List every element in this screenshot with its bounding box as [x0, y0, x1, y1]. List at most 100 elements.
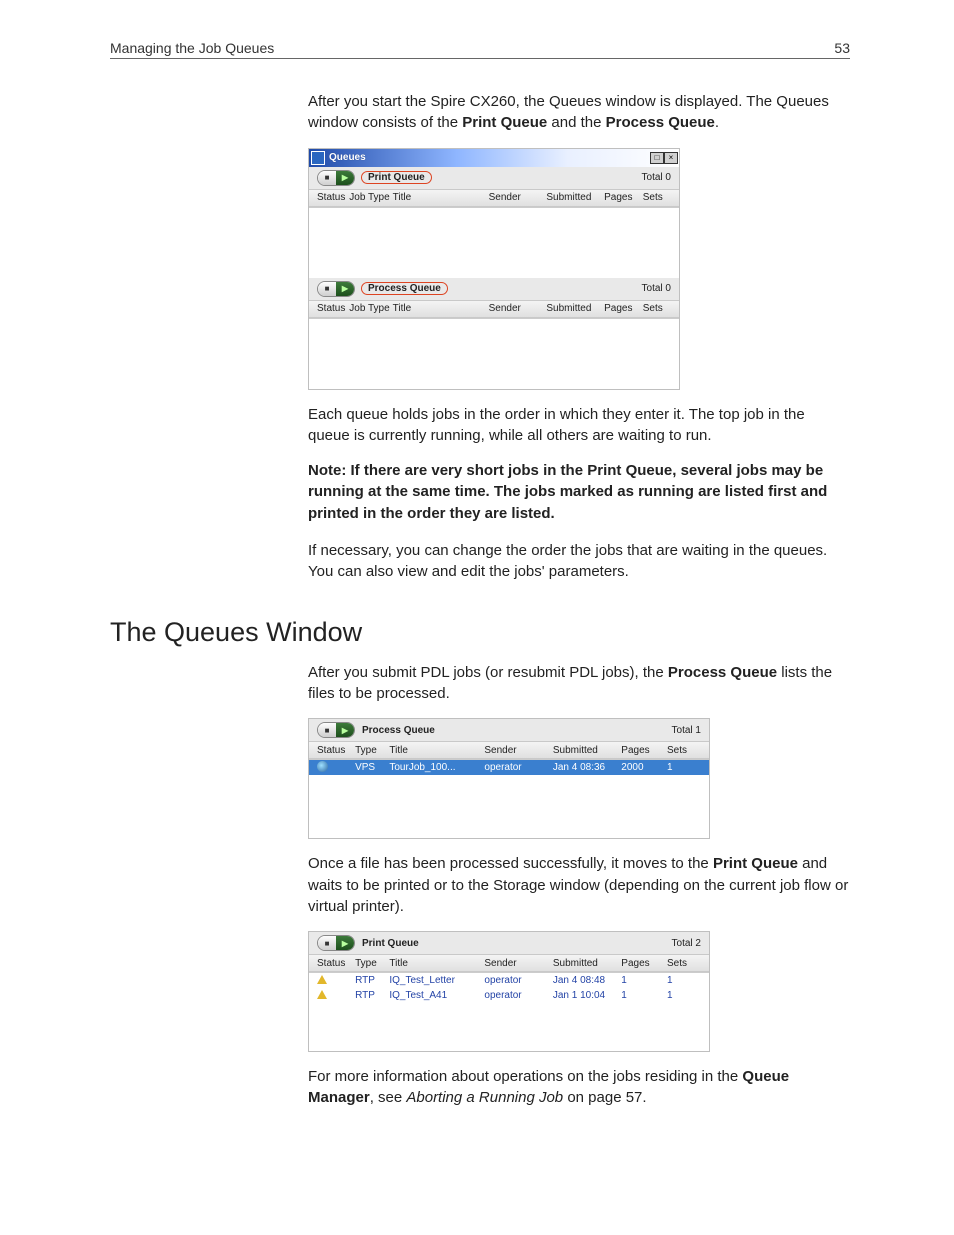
cell-sets: 1 [665, 990, 703, 1001]
text-bold: Process Queue [606, 114, 715, 131]
text: For more information about operations on… [308, 1068, 742, 1085]
pause-icon: ■ [318, 723, 336, 737]
table-row[interactable]: VPS TourJob_100... operator Jan 4 08:36 … [309, 760, 709, 775]
process-queue-total: Total 0 [642, 283, 671, 294]
col-title[interactable]: Title [387, 958, 482, 969]
page-header: Managing the Job Queues 53 [110, 40, 850, 59]
queue-suspend-resume[interactable]: ■ ▶ [317, 935, 355, 951]
paragraph-more-info: For more information about operations on… [308, 1066, 850, 1109]
print-queue-label: Print Queue [361, 171, 432, 184]
pause-icon: ■ [318, 282, 336, 296]
cell-title: IQ_Test_A41 [387, 990, 482, 1001]
text: on page 57. [563, 1089, 646, 1106]
col-sender[interactable]: Sender [482, 745, 550, 756]
cell-pages: 1 [619, 975, 665, 986]
play-icon: ▶ [336, 936, 354, 950]
play-icon: ▶ [336, 171, 354, 185]
paragraph-after-submit: After you submit PDL jobs (or resubmit P… [308, 662, 850, 705]
paragraph-once-processed: Once a file has been processed successfu… [308, 853, 850, 917]
col-status[interactable]: Status [315, 745, 353, 756]
col-jobtype[interactable]: Job Type [347, 192, 390, 203]
col-sets[interactable]: Sets [665, 745, 703, 756]
text: Once a file has been processed successfu… [308, 855, 713, 872]
col-submitted[interactable]: Submitted [544, 303, 602, 314]
text: If there are very short jobs in the [346, 462, 587, 479]
intro-paragraph: After you start the Spire CX260, the Que… [308, 91, 850, 134]
process-queue-section: ■ ▶ Process Queue Total 0 Status Job Typ… [309, 278, 679, 389]
close-button[interactable]: × [664, 152, 678, 164]
paragraph-each-queue: Each queue holds jobs in the order in wh… [308, 404, 850, 447]
cell-submitted: Jan 4 08:48 [551, 975, 619, 986]
col-status[interactable]: Status [315, 303, 347, 314]
text: , see [370, 1089, 407, 1106]
process-queue-panel: ■ ▶ Process Queue Total 1 Status Type Ti… [308, 718, 710, 839]
header-left: Managing the Job Queues [110, 40, 274, 56]
col-submitted[interactable]: Submitted [544, 192, 602, 203]
col-sets[interactable]: Sets [641, 303, 673, 314]
col-pages[interactable]: Pages [619, 745, 665, 756]
print-panel-columns: Status Type Title Sender Submitted Pages… [309, 954, 709, 972]
queue-suspend-resume[interactable]: ■ ▶ [317, 170, 355, 186]
maximize-button[interactable]: □ [650, 152, 664, 164]
col-submitted[interactable]: Submitted [551, 745, 619, 756]
text-bold: Process Queue [668, 664, 777, 681]
page-number: 53 [834, 40, 850, 56]
queue-suspend-resume[interactable]: ■ ▶ [317, 722, 355, 738]
print-queue-panel: ■ ▶ Print Queue Total 2 Status Type Titl… [308, 931, 710, 1052]
play-icon: ▶ [336, 723, 354, 737]
pause-icon: ■ [318, 936, 336, 950]
col-type[interactable]: Type [353, 958, 387, 969]
process-queue-total: Total 1 [672, 725, 701, 736]
col-sender[interactable]: Sender [482, 958, 550, 969]
app-icon [311, 151, 325, 165]
play-icon: ▶ [336, 282, 354, 296]
col-sender[interactable]: Sender [487, 303, 545, 314]
col-pages[interactable]: Pages [602, 192, 641, 203]
col-pages[interactable]: Pages [602, 303, 641, 314]
cell-sets: 1 [665, 762, 703, 773]
col-jobtype[interactable]: Job Type [347, 303, 390, 314]
print-queue-body [309, 207, 679, 278]
hold-icon [317, 990, 327, 999]
process-panel-columns: Status Type Title Sender Submitted Pages… [309, 741, 709, 759]
table-row[interactable]: RTP IQ_Test_A41 operator Jan 1 10:04 1 1 [309, 988, 709, 1003]
col-sets[interactable]: Sets [665, 958, 703, 969]
cell-sender: operator [482, 762, 550, 773]
print-queue-section: ■ ▶ Print Queue Total 0 Status Job Type … [309, 167, 679, 278]
process-panel-body: VPS TourJob_100... operator Jan 4 08:36 … [309, 759, 709, 838]
col-type[interactable]: Type [353, 745, 387, 756]
col-title[interactable]: Title [387, 745, 482, 756]
queue-suspend-resume[interactable]: ■ ▶ [317, 281, 355, 297]
col-pages[interactable]: Pages [619, 958, 665, 969]
col-status[interactable]: Status [315, 192, 347, 203]
cross-ref: Aborting a Running Job [406, 1089, 563, 1106]
queues-window-screenshot: Queues □ × ■ ▶ Print Queue Total 0 Statu… [308, 148, 680, 390]
text: . [715, 114, 719, 131]
text: After you submit PDL jobs (or resubmit P… [308, 664, 668, 681]
print-queue-total: Total 2 [672, 938, 701, 949]
cell-submitted: Jan 1 10:04 [551, 990, 619, 1001]
note-label: Note: [308, 462, 346, 479]
paragraph-if-necessary: If necessary, you can change the order t… [308, 540, 850, 583]
col-title[interactable]: Title [391, 303, 487, 314]
hold-icon [317, 975, 327, 984]
cell-sender: operator [482, 990, 550, 1001]
cell-title: IQ_Test_Letter [387, 975, 482, 986]
print-queue-columns: Status Job Type Title Sender Submitted P… [309, 189, 679, 207]
col-submitted[interactable]: Submitted [551, 958, 619, 969]
process-queue-label: Process Queue [361, 282, 448, 295]
process-queue-columns: Status Job Type Title Sender Submitted P… [309, 300, 679, 318]
col-sender[interactable]: Sender [487, 192, 545, 203]
col-status[interactable]: Status [315, 958, 353, 969]
cell-pages: 1 [619, 990, 665, 1001]
section-heading: The Queues Window [110, 617, 850, 648]
table-row[interactable]: RTP IQ_Test_Letter operator Jan 4 08:48 … [309, 973, 709, 988]
cell-type: RTP [353, 975, 387, 986]
cell-sender: operator [482, 975, 550, 986]
col-title[interactable]: Title [391, 192, 487, 203]
window-title: Queues [329, 152, 366, 163]
cell-title: TourJob_100... [387, 762, 482, 773]
col-sets[interactable]: Sets [641, 192, 673, 203]
window-titlebar: Queues □ × [309, 149, 679, 167]
process-queue-label: Process Queue [361, 724, 436, 737]
